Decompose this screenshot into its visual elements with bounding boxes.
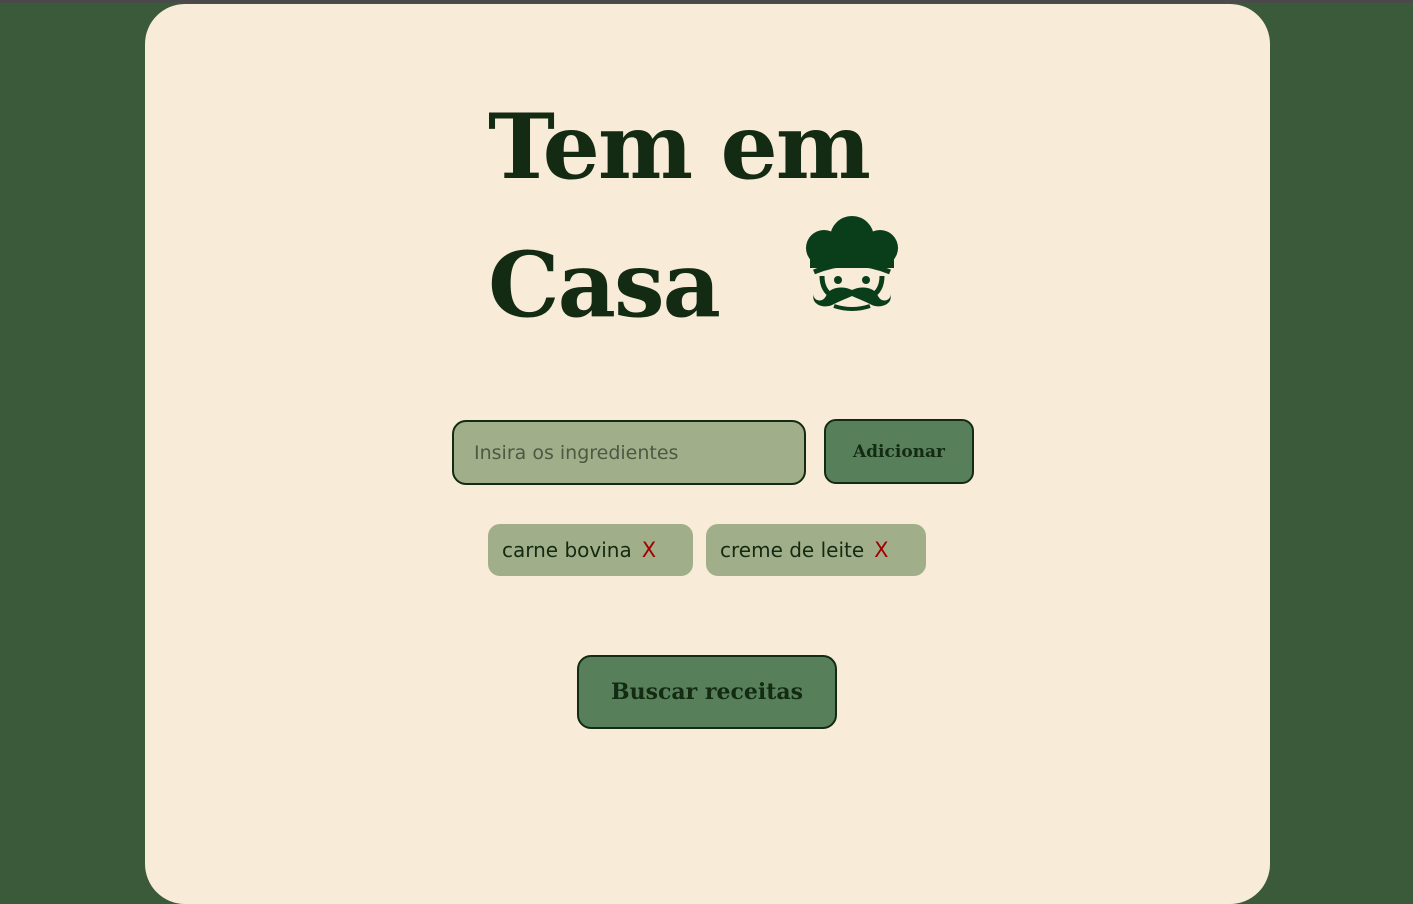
ingredient-chip: carne bovina X [488, 524, 693, 576]
chef-hat-mustache-icon [806, 216, 898, 311]
add-ingredient-button[interactable]: Adicionar [824, 419, 974, 484]
search-recipes-button[interactable]: Buscar receitas [577, 655, 837, 729]
remove-ingredient-button[interactable]: X [642, 538, 656, 562]
ingredient-chip-label: creme de leite [720, 538, 865, 562]
ingredient-chip: creme de leite X [706, 524, 926, 576]
ingredient-chip-label: carne bovina [502, 538, 632, 562]
title-line-1: Tem em [488, 94, 871, 200]
remove-ingredient-button[interactable]: X [874, 538, 888, 562]
ingredient-input[interactable] [452, 420, 806, 485]
window-top-border [0, 0, 1413, 3]
